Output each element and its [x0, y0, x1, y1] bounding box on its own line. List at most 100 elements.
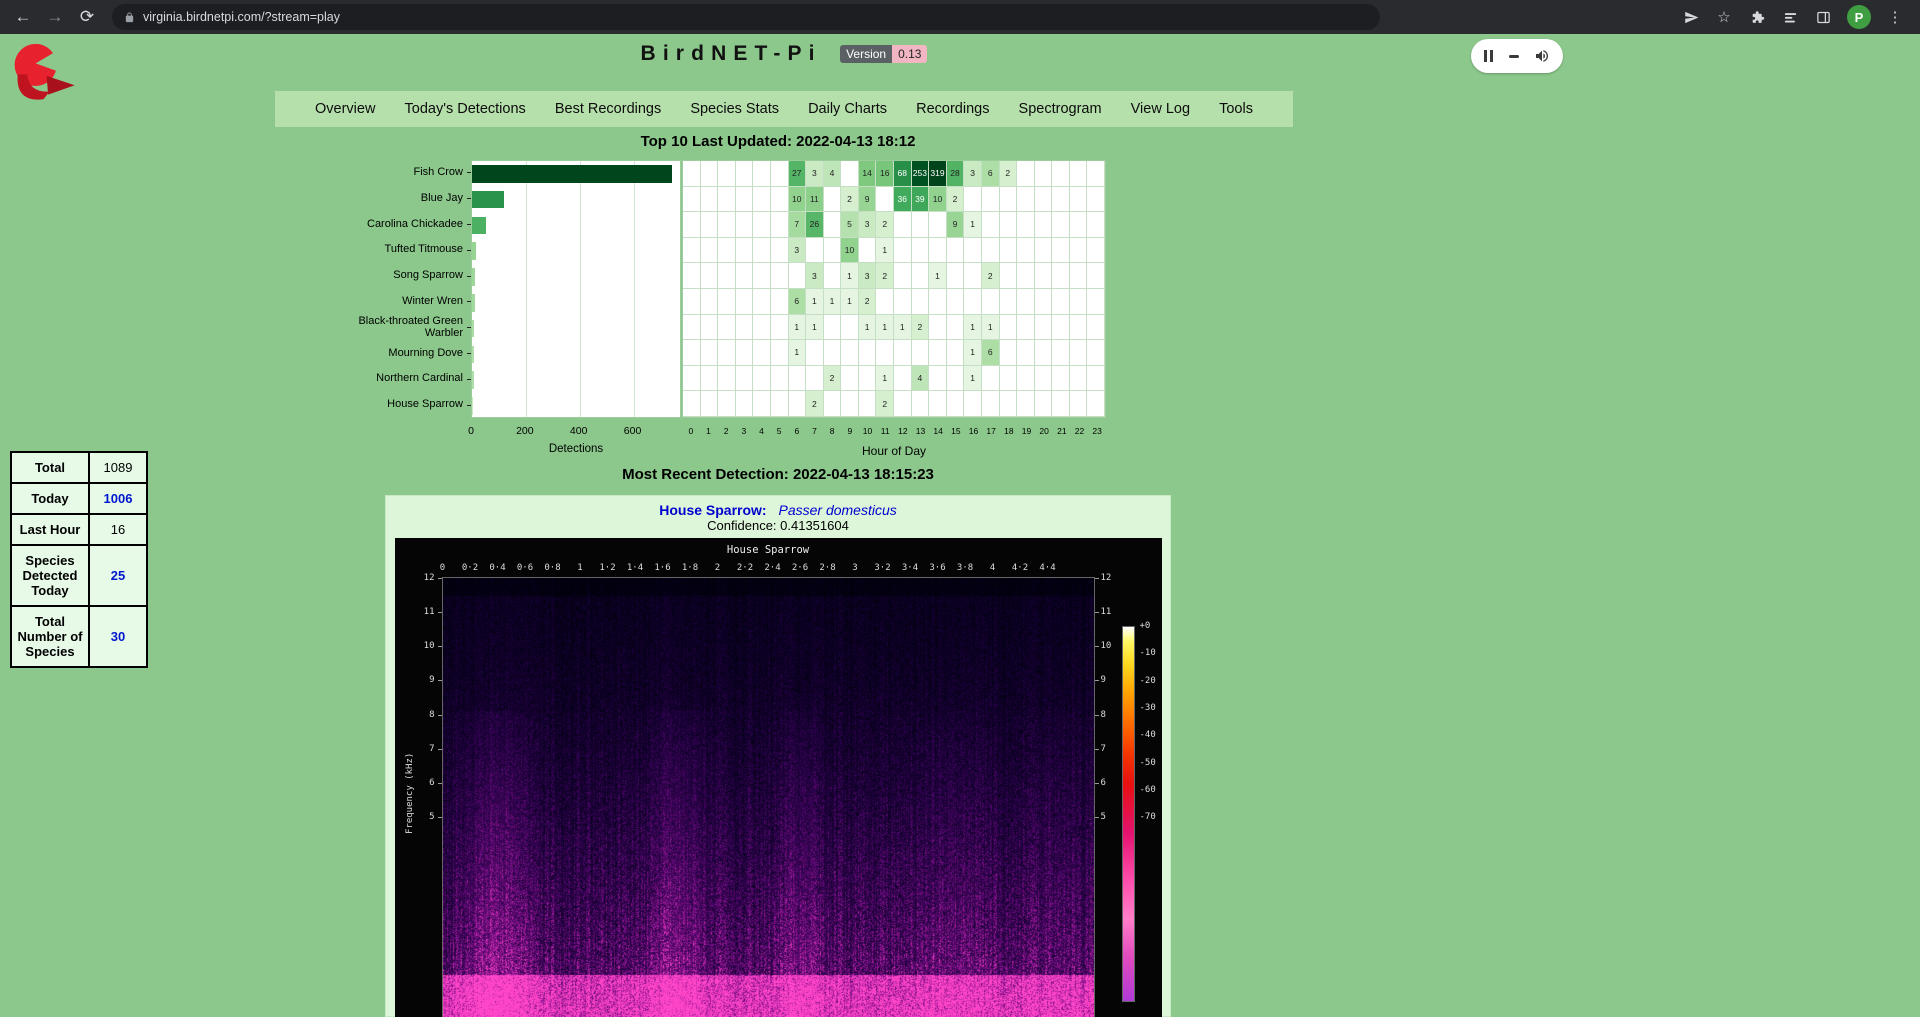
- db-scale-tick: -50: [1140, 758, 1156, 768]
- bookmark-star-icon[interactable]: ☆: [1715, 8, 1733, 26]
- nav-tools[interactable]: Tools: [1219, 101, 1253, 117]
- heatmap-cell: [753, 315, 771, 341]
- site-header: BirdNET-Pi Version 0.13: [0, 42, 1568, 66]
- kebab-menu-icon[interactable]: ⋮: [1886, 8, 1904, 26]
- detection-scientific-name[interactable]: Passer domesticus: [778, 502, 896, 518]
- pause-icon[interactable]: [1484, 50, 1493, 62]
- heatmap-cell: [894, 366, 912, 392]
- heatmap-cell: [683, 161, 701, 187]
- heatmap-cell: [736, 315, 754, 341]
- extensions-puzzle-icon[interactable]: [1748, 8, 1766, 26]
- heatmap-cell: [1000, 340, 1018, 366]
- stats-row: Species Detected Today25: [11, 545, 147, 606]
- heatmap-cell: [1035, 187, 1053, 213]
- heatmap-cell: [1087, 238, 1105, 264]
- species-label: Song Sparrow: [276, 263, 471, 289]
- hour-x-tick: 11: [881, 426, 890, 436]
- heatmap-cell: [1052, 161, 1070, 187]
- spectrogram-panel: House Sparrow 00·20·40·60·811·21·41·61·8…: [395, 538, 1162, 1017]
- spec-time-tick: 3·6: [929, 563, 945, 573]
- hour-axis-label: Hour of Day: [862, 444, 926, 458]
- heatmap-cell: [736, 161, 754, 187]
- detection-panel: House Sparrow: Passer domesticus Confide…: [385, 495, 1171, 1017]
- heatmap-cell: 10: [929, 187, 947, 213]
- species-label-text: Carolina Chickadee: [367, 219, 463, 231]
- url-text[interactable]: virginia.birdnetpi.com/?stream=play: [143, 10, 340, 24]
- stats-value[interactable]: 25: [89, 545, 147, 606]
- heatmap-cell: [683, 212, 701, 238]
- heatmap-cell: 5: [841, 212, 859, 238]
- hour-x-tick: 15: [951, 426, 960, 436]
- hour-x-tick: 1: [706, 426, 711, 436]
- tick-mark: [1094, 783, 1099, 784]
- heatmap-cell: 14: [859, 161, 877, 187]
- species-label: Tufted Titmouse: [276, 237, 471, 263]
- heatmap-cell: 2: [947, 187, 965, 213]
- volume-icon[interactable]: [1534, 48, 1550, 64]
- spec-freq-tick: 12: [1101, 573, 1127, 583]
- heatmap-cell: [1070, 212, 1088, 238]
- heatmap-cell: 253: [912, 161, 930, 187]
- nav-best-recordings[interactable]: Best Recordings: [555, 101, 661, 117]
- heatmap-cell: 39: [912, 187, 930, 213]
- back-icon[interactable]: ←: [10, 4, 36, 30]
- side-panel-icon[interactable]: [1814, 8, 1832, 26]
- heatmap-cell: [736, 238, 754, 264]
- heatmap-cell: [929, 340, 947, 366]
- species-label: Mourning Dove: [276, 341, 471, 367]
- nav-overview[interactable]: Overview: [315, 101, 375, 117]
- address-bar[interactable]: virginia.birdnetpi.com/?stream=play: [112, 4, 1380, 30]
- profile-avatar[interactable]: P: [1847, 5, 1871, 29]
- species-label: Winter Wren: [276, 289, 471, 315]
- reload-icon[interactable]: ⟳: [74, 4, 100, 30]
- heatmap-cell: [841, 315, 859, 341]
- heatmap-cell: 3: [806, 263, 824, 289]
- heatmap-cell: [753, 391, 771, 417]
- heatmap-cell: [859, 340, 877, 366]
- heatmap-cell: [929, 366, 947, 392]
- hour-x-tick: 16: [969, 426, 978, 436]
- hour-x-tick: 2: [724, 426, 729, 436]
- seek-bar[interactable]: [1509, 55, 1519, 58]
- heatmap-cell: [912, 340, 930, 366]
- heatmap-cell: [1000, 366, 1018, 392]
- species-label-text: Fish Crow: [413, 167, 463, 179]
- hour-x-tick: 5: [777, 426, 782, 436]
- heatmap-cell: [771, 391, 789, 417]
- detection-species[interactable]: House Sparrow:: [659, 502, 766, 518]
- heatmap-cell: [1087, 391, 1105, 417]
- heatmap-cell: 1: [806, 315, 824, 341]
- detections-bar: [472, 320, 474, 338]
- spec-time-tick: 2·8: [819, 563, 835, 573]
- spec-time-tick: 1·4: [627, 563, 643, 573]
- species-label: Carolina Chickadee: [276, 212, 471, 238]
- nav-todays-detections[interactable]: Today's Detections: [405, 101, 526, 117]
- stats-label: Species Detected Today: [11, 545, 89, 606]
- heatmap-cell: 1: [841, 263, 859, 289]
- nav-spectrogram[interactable]: Spectrogram: [1019, 101, 1102, 117]
- nav-daily-charts[interactable]: Daily Charts: [808, 101, 887, 117]
- main-nav: Overview Today's Detections Best Recordi…: [275, 91, 1293, 127]
- heatmap-cell: [1052, 263, 1070, 289]
- heatmap-cell: [683, 391, 701, 417]
- heatmap-cell: [894, 263, 912, 289]
- stats-value[interactable]: 1006: [89, 483, 147, 514]
- heatmap-cell: [859, 238, 877, 264]
- forward-icon[interactable]: →: [42, 4, 68, 30]
- tick-mark: [1094, 578, 1099, 579]
- tick-mark: [1094, 612, 1099, 613]
- stats-value[interactable]: 30: [89, 606, 147, 667]
- heatmap-cell: [947, 238, 965, 264]
- send-icon[interactable]: [1682, 8, 1700, 26]
- heatmap-cell: [683, 340, 701, 366]
- toolbar-right: ☆ P ⋮: [1682, 5, 1910, 29]
- site-info-lock-icon[interactable]: [124, 11, 135, 24]
- tick-mark: [1094, 749, 1099, 750]
- nav-species-stats[interactable]: Species Stats: [690, 101, 779, 117]
- heatmap-cell: [824, 340, 842, 366]
- nav-recordings[interactable]: Recordings: [916, 101, 989, 117]
- spec-time-tick: 2·6: [792, 563, 808, 573]
- tick-mark: [1094, 646, 1099, 647]
- media-controls-icon[interactable]: [1781, 8, 1799, 26]
- nav-view-log[interactable]: View Log: [1131, 101, 1190, 117]
